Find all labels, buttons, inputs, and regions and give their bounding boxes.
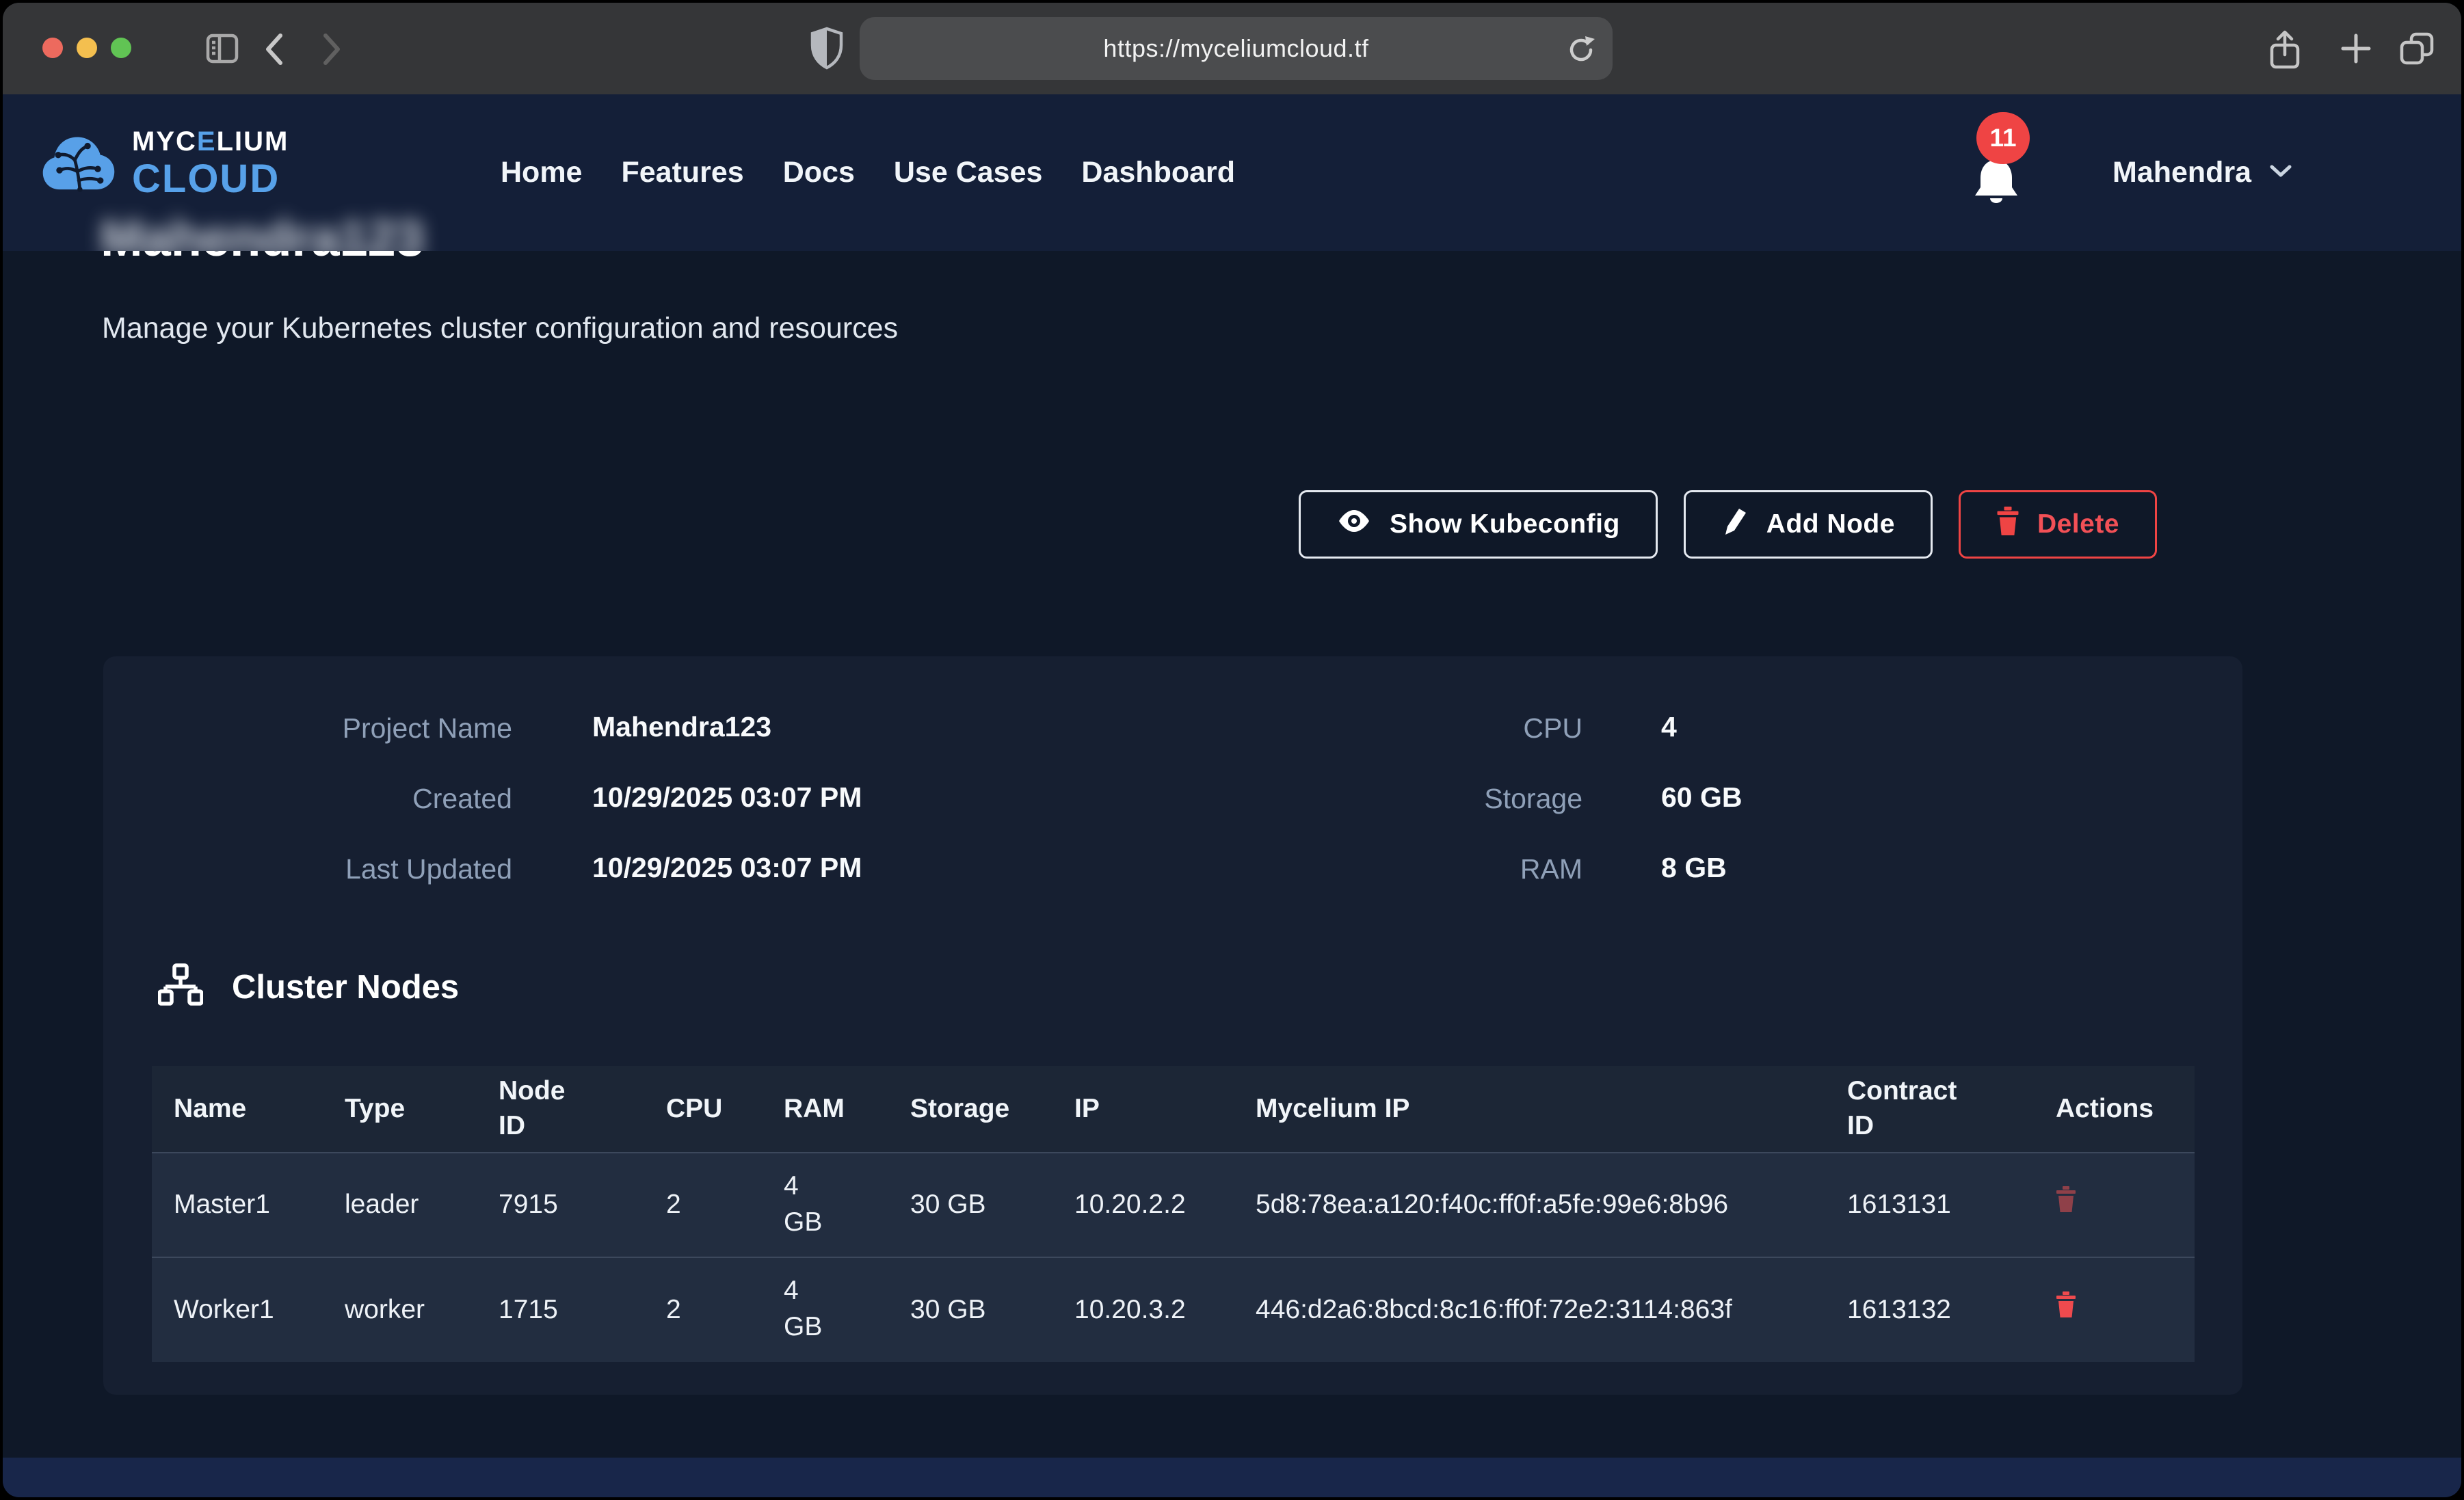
cpu-value: 4 xyxy=(1661,711,1677,743)
add-node-button[interactable]: Add Node xyxy=(1684,490,1933,559)
trash-icon xyxy=(1996,507,2019,542)
project-name-value: Mahendra123 xyxy=(592,711,771,743)
table-row: Master1 leader 7915 2 4 GB 30 GB 10.20.2… xyxy=(152,1153,2195,1257)
table-header-row: Name Type Node ID CPU RAM Storage IP Myc… xyxy=(152,1066,2195,1153)
created-value: 10/29/2025 03:07 PM xyxy=(592,781,862,814)
cluster-nodes-table: Name Type Node ID CPU RAM Storage IP Myc… xyxy=(152,1066,2195,1362)
cell-node-id: 7915 xyxy=(477,1153,644,1257)
delete-label: Delete xyxy=(2037,509,2119,539)
cell-mycelium-ip: 446:d2a6:8bcd:8c16:ff0f:72e2:3114:863f xyxy=(1234,1257,1825,1362)
brand-wordmark: MYCELIUM CLOUD xyxy=(132,128,289,199)
minimize-window-button[interactable] xyxy=(77,38,97,58)
forward-button-icon[interactable] xyxy=(317,31,345,70)
col-storage: Storage xyxy=(888,1066,1052,1153)
nav-link-docs[interactable]: Docs xyxy=(783,156,855,189)
cell-type: worker xyxy=(323,1257,477,1362)
reload-icon[interactable] xyxy=(1565,32,1598,68)
cell-name: Worker1 xyxy=(152,1257,323,1362)
col-mycelium-ip: Mycelium IP xyxy=(1234,1066,1825,1153)
storage-label: Storage xyxy=(1213,783,1582,815)
browser-window: https://myceliumcloud.tf xyxy=(3,3,2461,1497)
show-kubeconfig-button[interactable]: Show Kubeconfig xyxy=(1299,490,1658,559)
back-button-icon[interactable] xyxy=(261,31,289,70)
cell-actions xyxy=(2034,1153,2195,1257)
pencil-icon xyxy=(1721,506,1749,543)
cell-storage: 30 GB xyxy=(888,1257,1052,1362)
cell-contract-id: 1613131 xyxy=(1825,1153,2034,1257)
cell-type: leader xyxy=(323,1153,477,1257)
col-ip: IP xyxy=(1052,1066,1234,1153)
col-actions: Actions xyxy=(2034,1066,2195,1153)
mycelium-cloud-logo-icon xyxy=(40,120,117,206)
notifications-button[interactable]: 11 xyxy=(1967,94,2056,251)
table-row: Worker1 worker 1715 2 4 GB 30 GB 10.20.3… xyxy=(152,1257,2195,1362)
cell-ram: 4 GB xyxy=(762,1257,888,1362)
cluster-nodes-title: Cluster Nodes xyxy=(232,968,459,1006)
cell-cpu: 2 xyxy=(644,1153,762,1257)
brand-logo[interactable]: MYCELIUM CLOUD xyxy=(40,120,289,206)
page-subtitle: Manage your Kubernetes cluster configura… xyxy=(102,312,898,345)
cell-ip: 10.20.2.2 xyxy=(1052,1153,1234,1257)
last-updated-value: 10/29/2025 03:07 PM xyxy=(592,852,862,884)
footer-strip xyxy=(3,1458,2461,1497)
address-bar[interactable]: https://myceliumcloud.tf xyxy=(860,17,1613,80)
cell-contract-id: 1613132 xyxy=(1825,1257,2034,1362)
show-kubeconfig-label: Show Kubeconfig xyxy=(1390,509,1620,539)
brand-line1: MYCELIUM xyxy=(132,128,289,155)
chevron-down-icon xyxy=(2269,163,2292,182)
cluster-nodes-section-header: Cluster Nodes xyxy=(158,963,459,1011)
created-label: Created xyxy=(143,783,512,815)
nav-link-home[interactable]: Home xyxy=(501,156,582,189)
cluster-details-card: Project Name Mahendra123 Created 10/29/2… xyxy=(103,656,2242,1395)
storage-value: 60 GB xyxy=(1661,781,1743,814)
delete-node-button[interactable] xyxy=(2056,1291,2076,1320)
cell-storage: 30 GB xyxy=(888,1153,1052,1257)
site-navbar: Mahendra123 xyxy=(3,94,2461,251)
ram-value: 8 GB xyxy=(1661,852,1727,884)
user-name: Mahendra xyxy=(2112,156,2251,189)
cell-cpu: 2 xyxy=(644,1257,762,1362)
cpu-label: CPU xyxy=(1213,712,1582,745)
nav-link-features[interactable]: Features xyxy=(621,156,743,189)
col-ram: RAM xyxy=(762,1066,888,1153)
sidebar-toggle-icon[interactable] xyxy=(202,29,242,72)
col-contract-id: Contract ID xyxy=(1825,1066,2034,1153)
delete-node-button[interactable] xyxy=(2056,1186,2076,1215)
col-name: Name xyxy=(152,1066,323,1153)
zoom-window-button[interactable] xyxy=(111,38,131,58)
nav-links: Home Features Docs Use Cases Dashboard xyxy=(501,94,1235,251)
nav-link-dashboard[interactable]: Dashboard xyxy=(1081,156,1235,189)
close-window-button[interactable] xyxy=(42,38,63,58)
last-updated-label: Last Updated xyxy=(143,853,512,885)
cluster-nodes-icon xyxy=(158,963,203,1011)
project-name-label: Project Name xyxy=(143,712,512,745)
bell-icon xyxy=(1970,155,2023,215)
cell-actions xyxy=(2034,1257,2195,1362)
address-bar-url: https://myceliumcloud.tf xyxy=(1103,34,1368,63)
tab-overview-icon[interactable] xyxy=(2396,29,2439,73)
cell-ip: 10.20.3.2 xyxy=(1052,1257,1234,1362)
brand-line2: CLOUD xyxy=(132,159,289,199)
cluster-actions: Show Kubeconfig Add Node Delete xyxy=(1299,490,2157,559)
eye-icon xyxy=(1336,509,1372,540)
browser-toolbar: https://myceliumcloud.tf xyxy=(3,3,2461,94)
privacy-shield-icon[interactable] xyxy=(808,26,845,75)
col-node-id: Node ID xyxy=(477,1066,644,1153)
user-menu[interactable]: Mahendra xyxy=(2112,94,2292,251)
blurred-page-title: Mahendra123 xyxy=(101,209,424,251)
new-tab-icon[interactable] xyxy=(2336,29,2376,72)
col-type: Type xyxy=(323,1066,477,1153)
add-node-label: Add Node xyxy=(1766,509,1895,539)
cell-ram: 4 GB xyxy=(762,1153,888,1257)
cell-name: Master1 xyxy=(152,1153,323,1257)
delete-cluster-button[interactable]: Delete xyxy=(1959,490,2157,559)
col-cpu: CPU xyxy=(644,1066,762,1153)
notification-count-badge: 11 xyxy=(1976,112,2030,164)
cell-mycelium-ip: 5d8:78ea:a120:f40c:ff0f:a5fe:99e6:8b96 xyxy=(1234,1153,1825,1257)
cell-node-id: 1715 xyxy=(477,1257,644,1362)
nav-link-use-cases[interactable]: Use Cases xyxy=(894,156,1043,189)
ram-label: RAM xyxy=(1213,853,1582,885)
share-icon[interactable] xyxy=(2265,29,2305,75)
